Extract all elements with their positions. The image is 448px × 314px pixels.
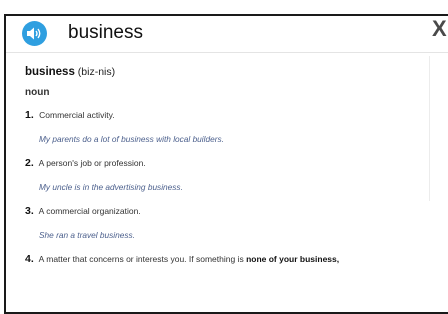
popup-header: business X — [6, 16, 448, 53]
sense-definition-bold: none of your business, — [246, 254, 340, 264]
word-title: business — [68, 22, 143, 43]
sense-definition: A commercial organization. — [38, 206, 141, 216]
sense-example: She ran a travel business. — [39, 230, 135, 240]
headword: business — [25, 66, 75, 78]
pronunciation: (biz-nis) — [77, 66, 116, 78]
dictionary-popup: business X business (biz-nis) noun 1. Co… — [4, 14, 448, 314]
sense-definition: A matter that concerns or interests you.… — [38, 254, 247, 264]
definition-content: business (biz-nis) noun 1. Commercial ac… — [25, 64, 425, 266]
close-button[interactable]: X — [432, 17, 447, 41]
part-of-speech: noun — [25, 87, 50, 98]
sense-number: 1. — [25, 109, 34, 121]
speaker-audio-icon — [27, 27, 41, 40]
sense-2: 2. A person's job or profession. — [25, 156, 425, 170]
sense-3: 3. A commercial organization. — [25, 204, 425, 218]
sense-1: 1. Commercial activity. — [25, 108, 425, 122]
sense-number: 3. — [25, 205, 34, 217]
headword-line: business (biz-nis) — [25, 64, 425, 80]
sense-4: 4. A matter that concerns or interests y… — [25, 252, 425, 266]
sense-number: 2. — [25, 157, 34, 169]
sense-definition: Commercial activity. — [39, 110, 115, 120]
sense-number: 4. — [25, 253, 34, 265]
sense-example: My uncle is in the advertising business. — [39, 182, 183, 192]
panel-divider — [429, 56, 430, 201]
speaker-audio-button[interactable] — [22, 21, 47, 46]
sense-example: My parents do a lot of business with loc… — [39, 134, 224, 144]
sense-definition: A person's job or profession. — [38, 158, 146, 168]
